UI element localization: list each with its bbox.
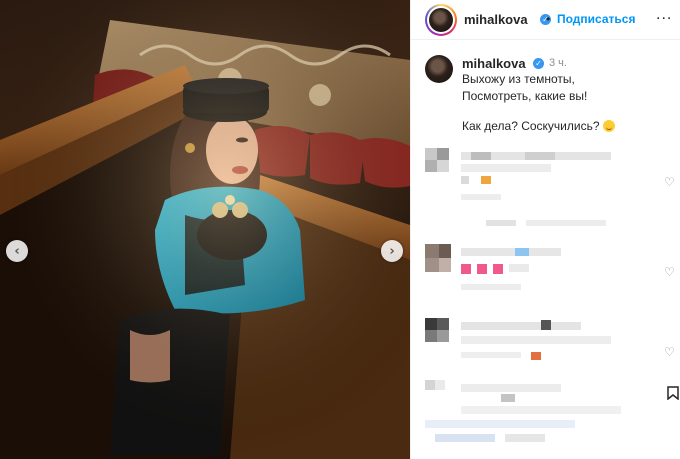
caption-line-1: Выхожу из темноты,	[462, 72, 575, 86]
more-options-icon[interactable]: ...	[656, 6, 672, 24]
follow-button[interactable]: Подписаться	[557, 12, 635, 26]
comment-1-like-icon[interactable]: ♡	[664, 176, 676, 188]
next-photo-button[interactable]: ›	[381, 240, 403, 262]
caption-timestamp[interactable]: 3 ч.	[549, 57, 567, 69]
post-header: mihalkova ✓ • Подписаться ...	[411, 0, 680, 40]
post-sidebar: mihalkova ✓ • Подписаться ... mihalkova …	[410, 0, 680, 459]
chevron-left-icon: ‹	[14, 243, 20, 259]
comment-blurred-3	[425, 318, 611, 360]
comment-3-like-icon[interactable]: ♡	[664, 346, 676, 358]
bookmark-icon[interactable]	[667, 386, 679, 400]
comment-blurred-2	[425, 244, 561, 290]
author-avatar	[429, 8, 453, 32]
author-avatar-story-ring[interactable]	[425, 4, 457, 36]
comment-blurred-4	[425, 380, 621, 442]
caption-line-3: Как дела? Соскучились?	[462, 119, 615, 133]
caption-author-avatar[interactable]	[425, 55, 453, 83]
comment-2-like-icon[interactable]: ♡	[664, 266, 676, 278]
chevron-right-icon: ›	[389, 243, 395, 259]
caption-line-2: Посмотреть, какие вы!	[462, 89, 588, 103]
author-username[interactable]: mihalkova	[464, 12, 528, 27]
caption-username[interactable]: mihalkova	[462, 56, 526, 71]
previous-photo-button[interactable]: ‹	[6, 240, 28, 262]
post-photo[interactable]: ‹ ›	[0, 0, 410, 459]
photo-illustration	[0, 0, 410, 459]
separator-dot: •	[546, 12, 551, 26]
smiling-face-emoji-icon	[602, 120, 615, 132]
comment-blurred-1	[425, 148, 611, 200]
caption-verified-badge-icon: ✓	[533, 58, 544, 69]
caption-line-3-text: Как дела? Соскучились?	[462, 119, 600, 133]
view-replies-blurred[interactable]	[486, 220, 616, 232]
